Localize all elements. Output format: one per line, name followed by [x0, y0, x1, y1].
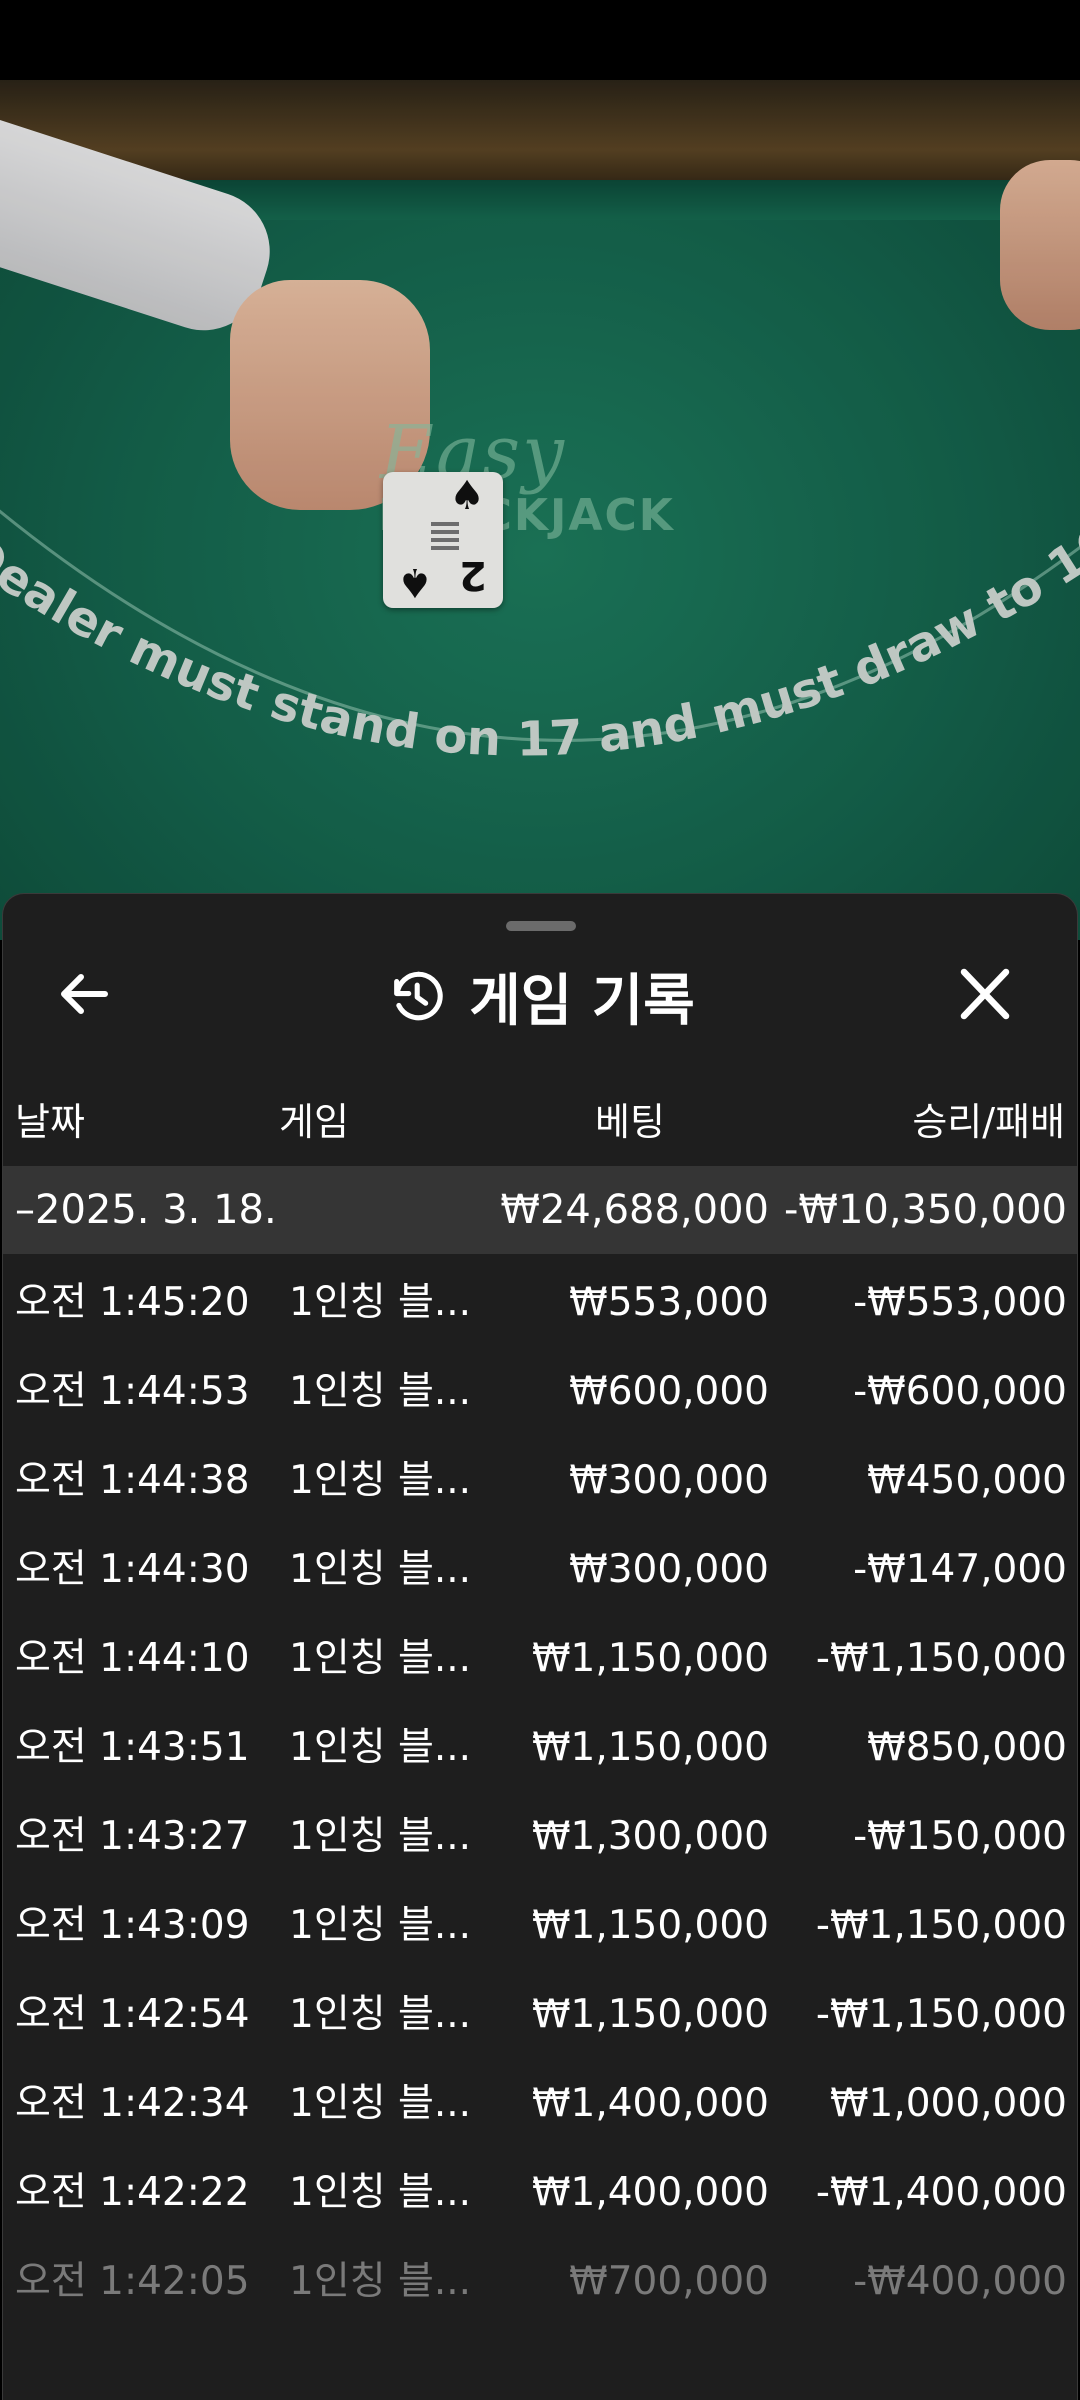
row-bet: ₩700,000: [569, 2259, 769, 2304]
row-time: 오전 1:42:34: [15, 2081, 250, 2126]
row-time: 오전 1:43:09: [15, 1903, 250, 1948]
title-group: 게임 기록: [3, 944, 1077, 1034]
row-game: 1인칭 블...: [289, 1903, 472, 1948]
history-row[interactable]: 오전 1:45:20 1인칭 블... ₩553,000 -₩553,000: [3, 1254, 1077, 1343]
row-game: 1인칭 블...: [289, 1814, 472, 1859]
row-bet: ₩1,150,000: [531, 1903, 769, 1948]
back-button[interactable]: [47, 964, 127, 1024]
row-result: ₩1,000,000: [829, 2081, 1067, 2126]
row-bet: ₩1,400,000: [531, 2081, 769, 2126]
summary-win-loss-total: -₩10,350,000: [783, 1187, 1067, 1233]
row-game: 1인칭 블...: [289, 1458, 472, 1503]
sheet-header: 게임 기록: [3, 944, 1077, 1034]
row-time: 오전 1:42:22: [15, 2170, 250, 2215]
row-time: 오전 1:45:20: [15, 1280, 250, 1325]
row-result: -₩1,400,000: [815, 2170, 1067, 2215]
summary-date: –2025. 3. 18.: [15, 1187, 277, 1233]
row-result: ₩450,000: [867, 1458, 1067, 1503]
history-row[interactable]: 오전 1:43:51 1인칭 블... ₩1,150,000 ₩850,000: [3, 1699, 1077, 1788]
history-clock-icon: [394, 971, 443, 1021]
row-game: 1인칭 블...: [289, 1992, 472, 2037]
row-bet: ₩1,400,000: [531, 2170, 769, 2215]
scene-dim-overlay: [0, 80, 1080, 940]
column-header-date[interactable]: 날짜: [15, 1099, 85, 1145]
history-row[interactable]: 오전 1:44:53 1인칭 블... ₩600,000 -₩600,000: [3, 1343, 1077, 1432]
row-result: -₩1,150,000: [815, 1992, 1067, 2037]
row-result: -₩400,000: [853, 2259, 1067, 2304]
row-bet: ₩300,000: [569, 1547, 769, 1592]
sheet-title: 게임 기록: [469, 968, 695, 1034]
summary-bet-total: ₩24,688,000: [500, 1187, 769, 1233]
history-row[interactable]: 오전 1:43:27 1인칭 블... ₩1,300,000 -₩150,000: [3, 1788, 1077, 1877]
row-time: 오전 1:44:38: [15, 1458, 250, 1503]
history-row[interactable]: 오전 1:44:30 1인칭 블... ₩300,000 -₩147,000: [3, 1521, 1077, 1610]
row-game: 1인칭 블...: [289, 2170, 472, 2215]
row-game: 1인칭 블...: [289, 1547, 472, 1592]
history-row[interactable]: 오전 1:44:38 1인칭 블... ₩300,000 ₩450,000: [3, 1432, 1077, 1521]
history-row[interactable]: 오전 1:42:54 1인칭 블... ₩1,150,000 -₩1,150,000: [3, 1966, 1077, 2055]
game-history-sheet: 게임 기록 날짜 게임 베팅 승리/패배 –2025. 3. 18. ₩24,6…: [2, 893, 1078, 2400]
row-bet: ₩553,000: [569, 1280, 769, 1325]
row-time: 오전 1:43:51: [15, 1725, 250, 1770]
column-header-game[interactable]: 게임: [279, 1099, 349, 1145]
drag-handle[interactable]: [506, 921, 576, 931]
row-game: 1인칭 블...: [289, 1280, 472, 1325]
row-result: -₩1,150,000: [815, 1636, 1067, 1681]
column-header-win-loss[interactable]: 승리/패배: [912, 1099, 1065, 1145]
row-game: 1인칭 블...: [289, 1636, 472, 1681]
row-result: -₩1,150,000: [815, 1903, 1067, 1948]
row-game: 1인칭 블...: [289, 2081, 472, 2126]
column-header-bet[interactable]: 베팅: [595, 1099, 665, 1145]
row-result: ₩850,000: [867, 1725, 1067, 1770]
history-row[interactable]: 오전 1:42:05 1인칭 블... ₩700,000 -₩400,000: [3, 2233, 1077, 2322]
row-time: 오전 1:42:05: [15, 2259, 250, 2304]
row-bet: ₩600,000: [569, 1369, 769, 1414]
arrow-left-icon: [61, 974, 108, 1014]
row-result: -₩150,000: [853, 1814, 1067, 1859]
row-result: -₩553,000: [853, 1280, 1067, 1325]
close-icon: [960, 968, 1010, 1020]
row-game: 1인칭 블...: [289, 1725, 472, 1770]
row-result: -₩600,000: [853, 1369, 1067, 1414]
history-row[interactable]: 오전 1:42:22 1인칭 블... ₩1,400,000 -₩1,400,000: [3, 2144, 1077, 2233]
row-time: 오전 1:44:10: [15, 1636, 250, 1681]
status-bar: [0, 0, 1080, 80]
row-bet: ₩1,150,000: [531, 1725, 769, 1770]
date-group-summary-row[interactable]: –2025. 3. 18. ₩24,688,000 -₩10,350,000: [3, 1166, 1077, 1254]
row-game: 1인칭 블...: [289, 2259, 472, 2304]
history-row[interactable]: 오전 1:42:34 1인칭 블... ₩1,400,000 ₩1,000,000: [3, 2055, 1077, 2144]
game-video-background: Easy BLACKJACK Dealer must stand on 17 a…: [0, 80, 1080, 940]
row-time: 오전 1:44:30: [15, 1547, 250, 1592]
row-time: 오전 1:44:53: [15, 1369, 250, 1414]
row-time: 오전 1:42:54: [15, 1992, 250, 2037]
close-button[interactable]: [949, 964, 1021, 1024]
row-bet: ₩1,300,000: [531, 1814, 769, 1859]
history-rows: 오전 1:45:20 1인칭 블... ₩553,000 -₩553,000 오전 1:…: [3, 1254, 1077, 2322]
history-row[interactable]: 오전 1:44:10 1인칭 블... ₩1,150,000 -₩1,150,000: [3, 1610, 1077, 1699]
row-bet: ₩1,150,000: [531, 1992, 769, 2037]
row-time: 오전 1:43:27: [15, 1814, 250, 1859]
row-result: -₩147,000: [853, 1547, 1067, 1592]
history-row[interactable]: 오전 1:43:09 1인칭 블... ₩1,150,000 -₩1,150,000: [3, 1877, 1077, 1966]
row-bet: ₩300,000: [569, 1458, 769, 1503]
row-bet: ₩1,150,000: [531, 1636, 769, 1681]
row-game: 1인칭 블...: [289, 1369, 472, 1414]
